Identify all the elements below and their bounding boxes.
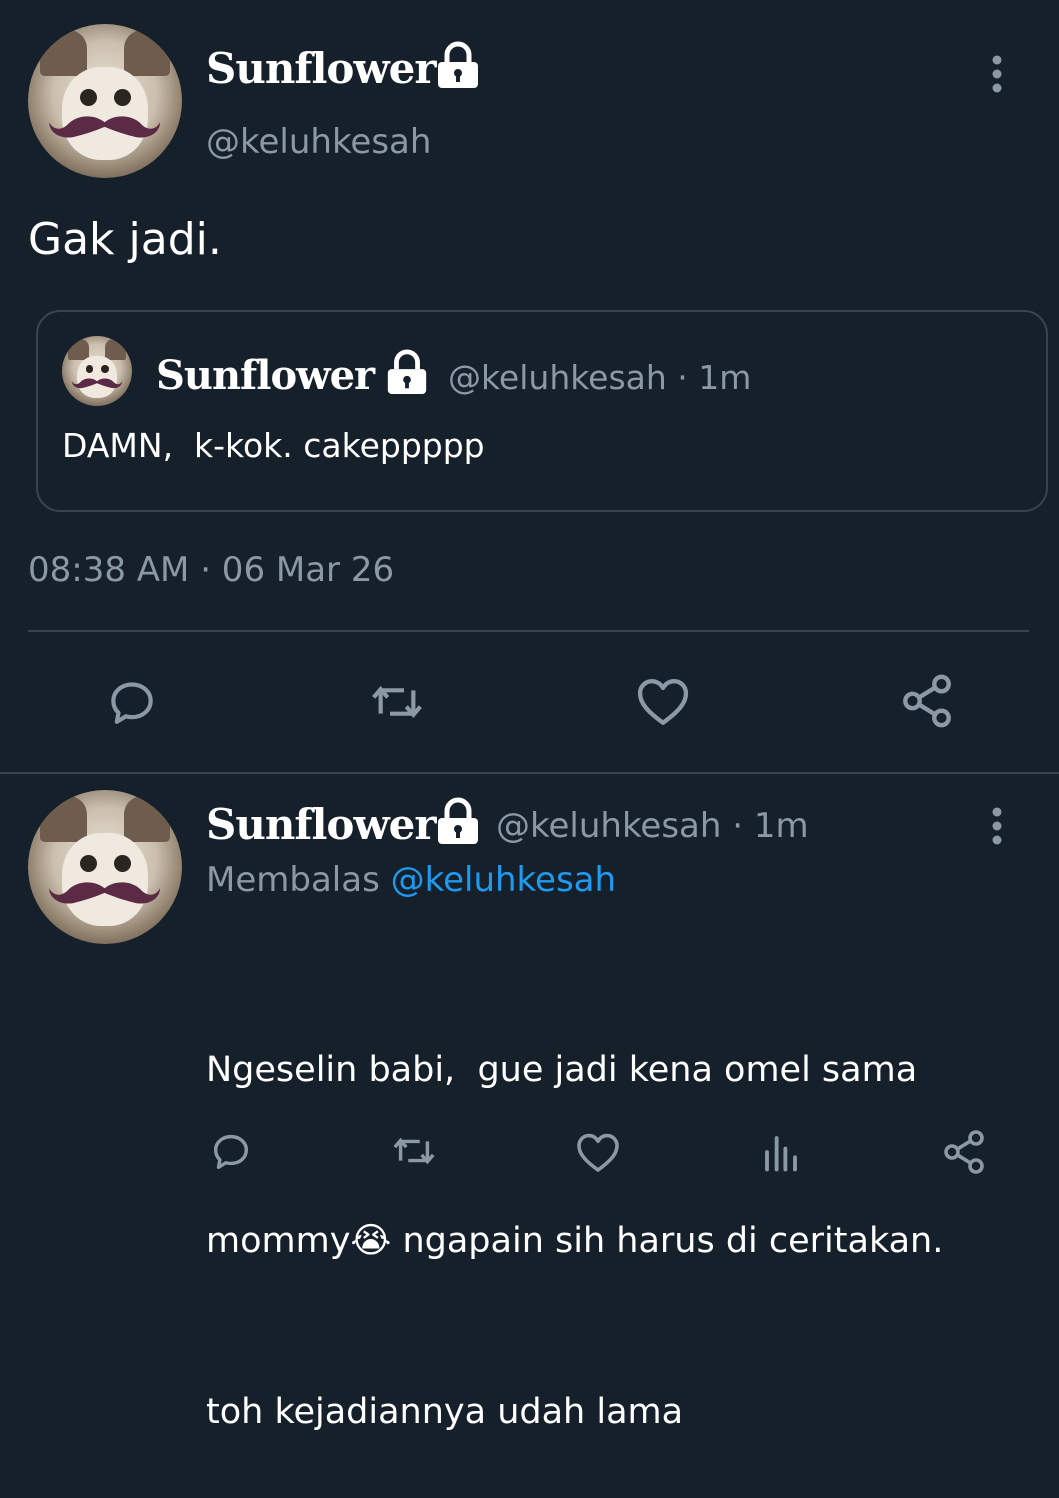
quoted-text: DAMN, k-kok. cakeppppp [62,426,485,465]
retweet-icon[interactable] [388,1128,440,1174]
retweet-icon[interactable] [366,674,428,730]
reply-icon[interactable] [104,674,160,730]
reply-text-line: Ngeselin babi, gue jadi kena omel sama [206,1050,918,1090]
lock-icon [387,349,427,395]
replying-to-link[interactable]: @keluhkesah [391,860,616,900]
reply-handle-time[interactable]: @keluhkesah · 1m [496,806,809,846]
quoted-tweet-card[interactable]: Sunflower @keluhkesah · 1m DAMN, k-kok. … [36,310,1048,512]
reply-text: Ngeselin babi, gue jadi kena omel sama m… [206,928,943,1498]
main-handle[interactable]: @keluhkesah [206,122,431,162]
quoted-display-name: Sunflower [156,352,375,399]
reply-text-line: toh kejadiannya udah lama [206,1392,684,1432]
quoted-handle-time: @keluhkesah · 1m [448,358,752,397]
reply-icon[interactable] [208,1128,254,1174]
more-icon[interactable] [983,54,1011,94]
main-display-name[interactable]: Sunflower [206,44,436,93]
replying-to-line: Membalas @keluhkesah [206,860,616,900]
like-icon[interactable] [634,674,692,728]
analytics-icon[interactable] [760,1130,802,1174]
divider-actions-top [28,630,1029,632]
replying-prefix: Membalas [206,860,380,900]
quoted-avatar [62,336,132,406]
share-icon[interactable] [898,672,956,730]
reply-display-name[interactable]: Sunflower [206,800,436,849]
main-tweet-text: Gak jadi. [28,214,222,265]
lock-icon [438,41,478,88]
reply-avatar[interactable] [28,790,182,944]
lock-icon [438,797,478,844]
reply-text-line: mommy😭 ngapain sih harus di ceritakan. [206,1213,943,1270]
like-icon[interactable] [574,1130,622,1174]
tweet-timestamp[interactable]: 08:38 AM · 06 Mar 26 [28,550,394,590]
reply-text-segment: ngapain sih harus di ceritakan. [391,1221,944,1261]
crying-emoji: 😭 [350,1221,392,1261]
main-avatar[interactable] [28,24,182,178]
divider-tweet-separator [0,772,1059,774]
reply-text-segment: mommy [206,1221,351,1261]
share-icon[interactable] [940,1128,988,1176]
more-icon[interactable] [983,806,1011,846]
